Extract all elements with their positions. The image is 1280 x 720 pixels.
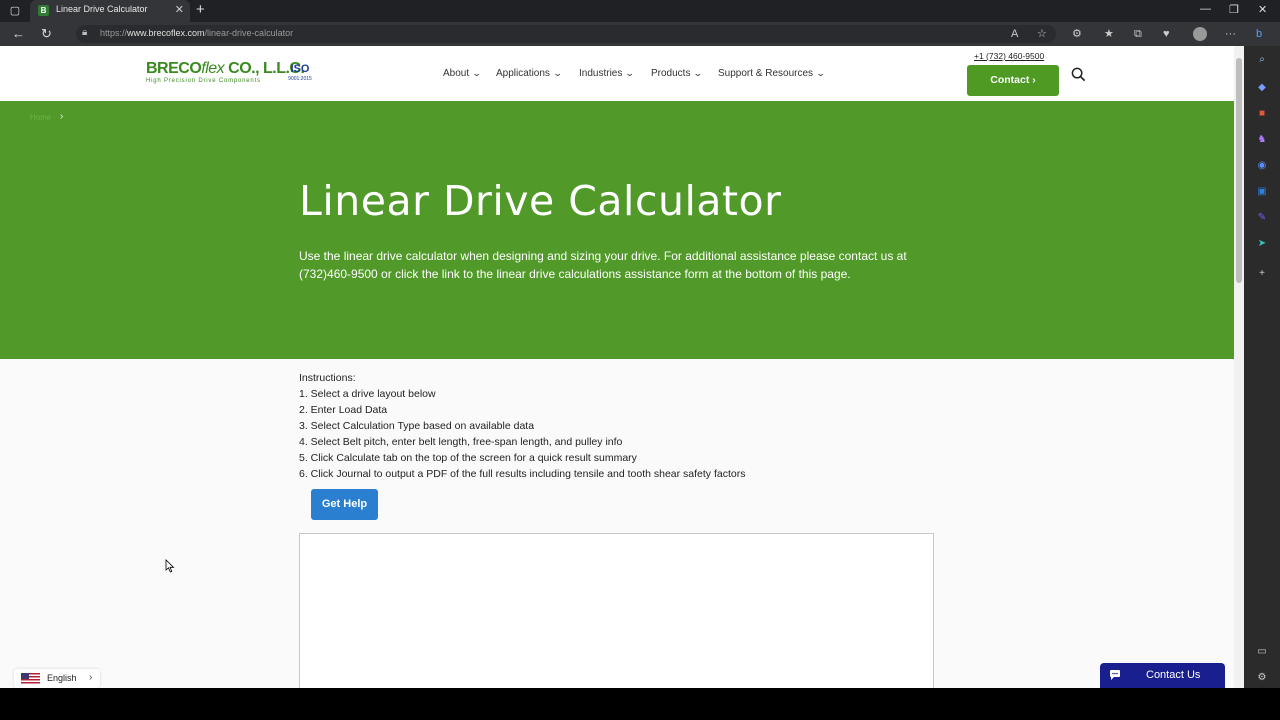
chevron-down-icon: ⌄ (472, 68, 482, 78)
us-flag-icon (21, 673, 40, 684)
profile-avatar[interactable] (1193, 27, 1207, 41)
back-icon[interactable]: ← (12, 26, 25, 42)
instruction-step: 3. Select Calculation Type based on avai… (299, 420, 535, 432)
breadcrumb-home[interactable]: Home (30, 113, 51, 122)
collections-icon[interactable]: ⧉ (1134, 27, 1142, 41)
chevron-right-icon: › (89, 672, 93, 683)
favorites-icon[interactable]: ★ (1104, 27, 1114, 41)
browser-sidebar: ⌕ ◆ ■ ♞ ◉ ▣ ✎ ➤ + ▭ ⚙ (1244, 46, 1280, 688)
send-icon[interactable]: ➤ (1256, 238, 1268, 250)
language-switcher[interactable]: English › (14, 669, 100, 688)
menu-item-products[interactable]: Products ⌄ (651, 68, 704, 79)
menu-item-support-resources[interactable]: Support & Resources ⌄ (718, 68, 826, 79)
address-bar[interactable]: 🔒︎ https://www.brecoflex.com/linear-driv… (76, 25, 1056, 43)
instruction-step: 5. Click Calculate tab on the top of the… (299, 452, 637, 464)
iso-badge: ISO 9001:2015 (288, 63, 312, 82)
hero-banner: Home › Linear Drive Calculator Use the l… (0, 101, 1234, 359)
page-scrollbar[interactable] (1234, 46, 1244, 688)
search-sidebar-icon[interactable]: ⌕ (1256, 54, 1268, 66)
page-title: Linear Drive Calculator (299, 177, 782, 225)
tab-bar: ▢ B Linear Drive Calculator ✕ + — ❐ ✕ (0, 0, 1280, 22)
favorite-star-icon[interactable]: ☆ (1037, 27, 1047, 41)
instruction-step: 2. Enter Load Data (299, 404, 388, 416)
add-sidebar-icon[interactable]: + (1256, 268, 1268, 280)
bing-copilot-icon[interactable]: b (1256, 27, 1262, 41)
navigation-bar: ← ↻ 🔒︎ https://www.brecoflex.com/linear-… (0, 22, 1280, 46)
web-page: BRECOflex CO., L.L.C. High Precision Dri… (0, 46, 1234, 688)
calculator-frame[interactable] (299, 533, 934, 688)
instruction-step: 4. Select Belt pitch, enter belt length,… (299, 436, 623, 448)
brecoflex-logo[interactable]: BRECOflex CO., L.L.C. High Precision Dri… (146, 60, 316, 88)
restore-icon[interactable]: ❐ (1229, 3, 1239, 16)
mouse-cursor-icon (165, 559, 175, 573)
phone-link[interactable]: +1 (732) 460-9500 (974, 51, 1044, 61)
chevron-down-icon: ⌄ (552, 68, 563, 78)
chevron-down-icon: ⌄ (625, 68, 636, 78)
chat-widget-button[interactable]: Contact Us (1100, 663, 1225, 688)
get-help-button[interactable]: Get Help (311, 489, 378, 520)
browser-window: ▢ B Linear Drive Calculator ✕ + — ❐ ✕ ← … (0, 0, 1280, 720)
site-header: BRECOflex CO., L.L.C. High Precision Dri… (0, 46, 1234, 101)
outlook-icon[interactable]: ▣ (1256, 186, 1268, 198)
menu-item-industries[interactable]: Industries ⌄ (579, 68, 636, 79)
menu-item-applications[interactable]: Applications ⌄ (496, 68, 563, 79)
chat-bubble-icon (1110, 670, 1120, 680)
browser-tab[interactable]: B Linear Drive Calculator ✕ (30, 0, 190, 22)
extensions-icon[interactable]: ⚙ (1072, 27, 1082, 41)
more-menu-icon[interactable]: ··· (1225, 27, 1236, 41)
hide-sidebar-icon[interactable]: ▭ (1256, 646, 1268, 658)
instructions: Instructions: 1. Select a drive layout b… (299, 370, 899, 482)
games-icon[interactable]: ♞ (1256, 134, 1268, 146)
chat-label: Contact Us (1146, 669, 1201, 681)
scrollbar-thumb[interactable] (1236, 58, 1242, 283)
microsoft365-icon[interactable]: ◉ (1256, 160, 1268, 172)
minimize-icon[interactable]: — (1200, 3, 1211, 15)
read-aloud-icon[interactable]: A (1011, 27, 1018, 41)
instruction-step: 1. Select a drive layout below (299, 388, 436, 400)
new-tab-icon[interactable]: + (196, 1, 205, 18)
language-label: English (47, 673, 77, 683)
close-window-icon[interactable]: ✕ (1258, 3, 1267, 16)
shopping-icon[interactable]: ◆ (1256, 82, 1268, 94)
instructions-title: Instructions: (299, 372, 356, 384)
menu-item-about[interactable]: About ⌄ (443, 68, 482, 79)
tab-title: Linear Drive Calculator (56, 4, 148, 14)
instruction-step: 6. Click Journal to output a PDF of the … (299, 468, 746, 480)
refresh-icon[interactable]: ↻ (41, 26, 52, 42)
page-description: Use the linear drive calculator when des… (299, 249, 907, 281)
lock-icon: 🔒︎ (82, 27, 88, 38)
designer-icon[interactable]: ✎ (1256, 212, 1268, 224)
tools-icon[interactable]: ■ (1256, 108, 1268, 120)
tab-actions-icon[interactable]: ▢ (8, 4, 22, 18)
taskbar-area (0, 688, 1280, 720)
breadcrumb-separator-icon: › (60, 111, 64, 122)
contact-button[interactable]: Contact › (967, 65, 1059, 96)
performance-icon[interactable]: ♥ (1163, 27, 1170, 41)
logo-wordmark: BRECOflex CO., L.L.C. (146, 60, 305, 77)
chevron-down-icon: ⌄ (815, 68, 826, 78)
logo-tagline: High Precision Drive Components (146, 78, 261, 84)
chevron-down-icon: ⌄ (693, 68, 704, 78)
search-icon[interactable] (1071, 67, 1086, 82)
sidebar-settings-icon[interactable]: ⚙ (1256, 672, 1268, 684)
url-text: https://www.brecoflex.com/linear-drive-c… (100, 28, 294, 38)
favicon-icon: B (38, 5, 49, 16)
close-tab-icon[interactable]: ✕ (175, 3, 184, 16)
